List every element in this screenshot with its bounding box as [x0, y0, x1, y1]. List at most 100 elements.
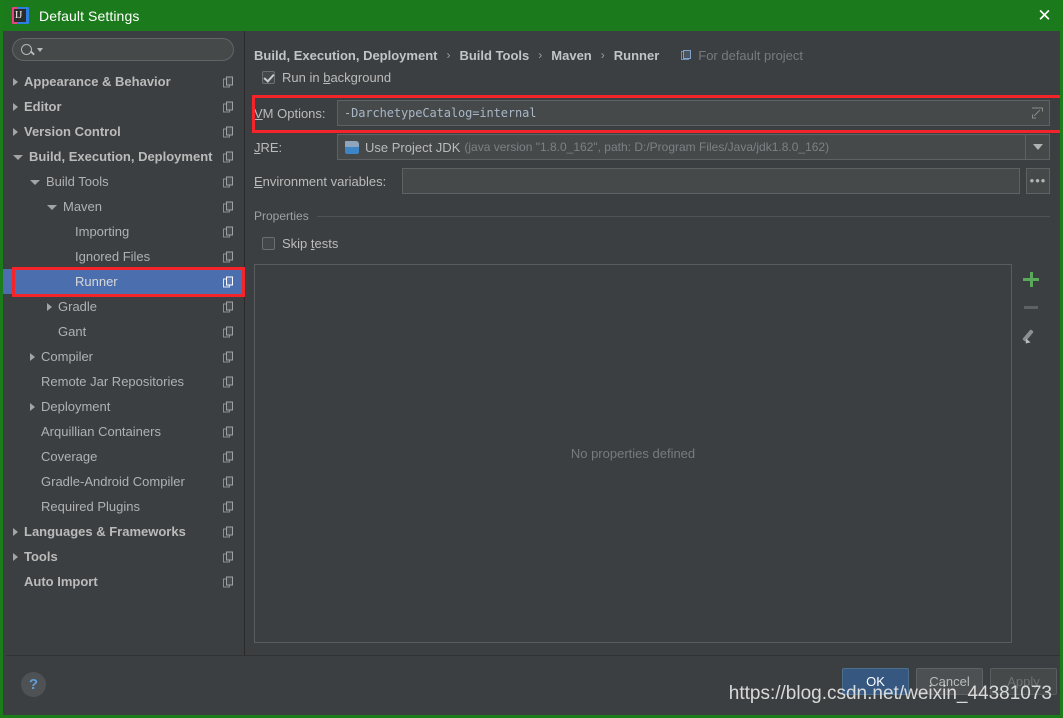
- vm-options-input[interactable]: -DarchetypeCatalog=internal: [337, 100, 1050, 126]
- breadcrumb-scope-note: For default project: [681, 48, 803, 63]
- breadcrumb-separator: ›: [600, 48, 605, 62]
- sidebar-item-label: Gradle-Android Compiler: [41, 474, 185, 489]
- remove-icon: [1024, 306, 1038, 309]
- copy-settings-icon[interactable]: [223, 76, 234, 87]
- sidebar-item-version-control[interactable]: Version Control: [3, 119, 244, 144]
- breadcrumb-separator: ›: [538, 48, 543, 62]
- chevron-down-icon[interactable]: [13, 155, 23, 160]
- copy-settings-icon[interactable]: [223, 376, 234, 387]
- project-scope-icon: [681, 49, 692, 61]
- copy-settings-icon[interactable]: [223, 101, 234, 112]
- copy-settings-icon[interactable]: [223, 251, 234, 262]
- settings-content: Build, Execution, Deployment › Build Tools…: [245, 31, 1060, 655]
- skip-tests-checkbox[interactable]: [262, 236, 275, 250]
- help-button[interactable]: ?: [21, 672, 46, 697]
- breadcrumb-item[interactable]: Build Tools: [459, 48, 529, 63]
- run-in-background-label: Run in background: [282, 69, 392, 85]
- sidebar-item-tools[interactable]: Tools: [3, 544, 244, 569]
- chevron-right-icon[interactable]: [13, 527, 18, 536]
- sidebar-item-label: Ignored Files: [75, 249, 151, 264]
- copy-settings-icon[interactable]: [223, 526, 234, 537]
- sidebar-item-editor[interactable]: Editor: [3, 94, 244, 119]
- jre-row: JRE: Use Project JDK (java version "1.8.…: [254, 133, 1050, 161]
- chevron-right-icon[interactable]: [13, 77, 18, 86]
- sidebar-item-gant[interactable]: Gant: [3, 319, 244, 344]
- chevron-right-icon[interactable]: [13, 127, 18, 136]
- sidebar-item-build-execution-deployment[interactable]: Build, Execution, Deployment: [3, 144, 244, 169]
- copy-settings-icon[interactable]: [223, 176, 234, 187]
- copy-settings-icon[interactable]: [223, 401, 234, 412]
- sidebar-item-coverage[interactable]: Coverage: [3, 444, 244, 469]
- copy-settings-icon[interactable]: [223, 226, 234, 237]
- copy-settings-icon[interactable]: [223, 576, 234, 587]
- copy-settings-icon[interactable]: [223, 451, 234, 462]
- copy-settings-icon[interactable]: [223, 551, 234, 562]
- chevron-right-icon[interactable]: [30, 402, 35, 411]
- copy-settings-icon[interactable]: [223, 301, 234, 312]
- sidebar-item-deployment[interactable]: Deployment: [3, 394, 244, 419]
- vm-options-value: -DarchetypeCatalog=internal: [344, 106, 537, 120]
- expand-icon[interactable]: [1032, 107, 1043, 119]
- copy-settings-icon[interactable]: [223, 476, 234, 487]
- sidebar-item-label: Deployment: [41, 399, 111, 414]
- chevron-down-icon[interactable]: [30, 180, 40, 185]
- run-in-background-row[interactable]: Run in background: [262, 65, 1050, 89]
- sidebar-item-label: Editor: [24, 99, 62, 114]
- environment-variables-browse-button[interactable]: •••: [1026, 168, 1050, 194]
- run-in-background-checkbox[interactable]: [262, 70, 275, 84]
- jre-label: JRE:: [254, 139, 283, 155]
- search-options-chevron-icon[interactable]: [37, 47, 43, 52]
- sidebar-item-appearance-behavior[interactable]: Appearance & Behavior: [3, 69, 244, 94]
- sidebar-item-label: Coverage: [41, 449, 98, 464]
- sidebar-item-maven[interactable]: Maven: [3, 194, 244, 219]
- chevron-right-icon[interactable]: [30, 352, 35, 361]
- copy-settings-icon[interactable]: [223, 326, 234, 337]
- edit-icon: [1022, 328, 1039, 345]
- breadcrumb-item[interactable]: Maven: [551, 48, 591, 63]
- sidebar-item-build-tools[interactable]: Build Tools: [3, 169, 244, 194]
- sidebar-item-arquillian-containers[interactable]: Arquillian Containers: [3, 419, 244, 444]
- add-icon[interactable]: [1023, 271, 1039, 287]
- chevron-right-icon[interactable]: [13, 102, 18, 111]
- copy-settings-icon[interactable]: [223, 426, 234, 437]
- jre-value: Use Project JDK: [365, 139, 461, 155]
- properties-table[interactable]: No properties defined: [254, 264, 1012, 643]
- chevron-right-icon[interactable]: [13, 552, 18, 561]
- sidebar-item-importing[interactable]: Importing: [3, 219, 244, 244]
- copy-settings-icon[interactable]: [223, 351, 234, 362]
- jre-select[interactable]: Use Project JDK (java version "1.8.0_162…: [337, 134, 1050, 160]
- sidebar-item-runner[interactable]: Runner: [3, 269, 244, 294]
- copy-settings-icon[interactable]: [223, 126, 234, 137]
- sidebar-item-required-plugins[interactable]: Required Plugins: [3, 494, 244, 519]
- sidebar-item-gradle[interactable]: Gradle: [3, 294, 244, 319]
- search-input[interactable]: [47, 39, 233, 60]
- copy-settings-icon[interactable]: [223, 151, 234, 162]
- chevron-down-icon[interactable]: [1025, 135, 1049, 159]
- sidebar-item-label: Arquillian Containers: [41, 424, 161, 439]
- selection-marker: [3, 269, 11, 294]
- sidebar-item-gradle-android-compiler[interactable]: Gradle-Android Compiler: [3, 469, 244, 494]
- environment-variables-input[interactable]: [402, 168, 1020, 194]
- environment-variables-row: Environment variables: •••: [254, 167, 1050, 195]
- skip-tests-row[interactable]: Skip tests: [262, 231, 1050, 255]
- chevron-down-icon[interactable]: [47, 205, 57, 210]
- sidebar-item-label: Required Plugins: [41, 499, 141, 514]
- sidebar-item-languages-frameworks[interactable]: Languages & Frameworks: [3, 519, 244, 544]
- copy-settings-icon[interactable]: [223, 501, 234, 512]
- close-icon[interactable]: ✕: [1023, 0, 1060, 31]
- skip-tests-label: Skip tests: [282, 235, 339, 251]
- sidebar-item-remote-jar-repositories[interactable]: Remote Jar Repositories: [3, 369, 244, 394]
- sidebar-item-auto-import[interactable]: Auto Import: [3, 569, 244, 594]
- copy-settings-icon[interactable]: [223, 201, 234, 212]
- vm-options-label: VM Options:: [254, 105, 326, 121]
- search-field[interactable]: [12, 38, 234, 61]
- sidebar-item-label: Runner: [75, 274, 118, 289]
- properties-empty-message: No properties defined: [570, 446, 696, 461]
- breadcrumb-item[interactable]: Build, Execution, Deployment: [254, 48, 437, 63]
- breadcrumb-item[interactable]: Runner: [614, 48, 660, 63]
- copy-settings-icon[interactable]: [223, 276, 234, 287]
- chevron-right-icon[interactable]: [47, 302, 52, 311]
- sidebar-item-compiler[interactable]: Compiler: [3, 344, 244, 369]
- sidebar-item-label: Importing: [75, 224, 130, 239]
- sidebar-item-ignored-files[interactable]: Ignored Files: [3, 244, 244, 269]
